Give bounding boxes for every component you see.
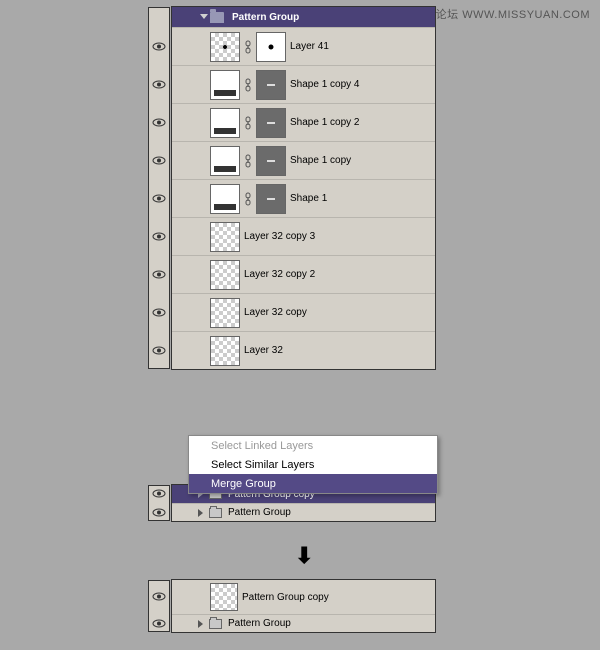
layer-row[interactable]: Pattern Group bbox=[172, 503, 435, 521]
folder-icon bbox=[209, 619, 222, 629]
layer-row[interactable]: Shape 1 bbox=[172, 179, 435, 217]
layer-name[interactable]: Shape 1 copy 2 bbox=[290, 117, 360, 128]
mask-thumb[interactable] bbox=[256, 146, 286, 176]
layer-row[interactable]: Shape 1 copy 4 bbox=[172, 65, 435, 103]
layer-name[interactable]: Pattern Group bbox=[228, 618, 291, 629]
mask-thumb[interactable] bbox=[256, 32, 286, 62]
expand-toggle[interactable] bbox=[198, 620, 203, 628]
layer-row[interactable]: Shape 1 copy bbox=[172, 141, 435, 179]
layer-name[interactable]: Layer 32 copy 2 bbox=[244, 269, 315, 280]
layer-row[interactable]: Shape 1 copy 2 bbox=[172, 103, 435, 141]
layer-name[interactable]: Layer 41 bbox=[290, 41, 329, 52]
layer-row[interactable]: Layer 32 copy bbox=[172, 293, 435, 331]
layer-name[interactable]: Shape 1 bbox=[290, 193, 327, 204]
link-icon bbox=[244, 153, 252, 169]
layer-thumb[interactable] bbox=[210, 583, 238, 611]
menu-item: Select Linked Layers bbox=[189, 436, 437, 455]
layer-row[interactable]: Layer 32 bbox=[172, 331, 435, 369]
menu-item[interactable]: Merge Group bbox=[189, 474, 437, 493]
mask-thumb[interactable] bbox=[256, 184, 286, 214]
layer-row[interactable]: Layer 32 copy 3 bbox=[172, 217, 435, 255]
layer-name[interactable]: Layer 32 copy bbox=[244, 307, 307, 318]
group-name[interactable]: Pattern Group bbox=[232, 12, 299, 23]
layer-row[interactable]: Layer 41 bbox=[172, 27, 435, 65]
folder-icon bbox=[210, 12, 224, 23]
visibility-toggle[interactable] bbox=[152, 308, 166, 317]
visibility-toggle[interactable] bbox=[152, 232, 166, 241]
layer-row[interactable]: Pattern Group bbox=[172, 614, 435, 632]
arrow-icon: ⬇ bbox=[295, 543, 313, 569]
visibility-toggle[interactable] bbox=[152, 42, 166, 51]
visibility-toggle[interactable] bbox=[152, 346, 166, 355]
menu-item[interactable]: Select Similar Layers bbox=[189, 455, 437, 474]
layer-row[interactable]: Pattern Group copy bbox=[172, 580, 435, 614]
layer-thumb[interactable] bbox=[210, 32, 240, 62]
link-icon bbox=[244, 77, 252, 93]
visibility-toggle[interactable] bbox=[152, 489, 166, 498]
expand-toggle[interactable] bbox=[198, 509, 203, 517]
context-menu: Select Linked LayersSelect Similar Layer… bbox=[188, 435, 438, 494]
layer-row[interactable]: Layer 32 copy 2 bbox=[172, 255, 435, 293]
visibility-toggle[interactable] bbox=[152, 592, 166, 601]
layer-thumb[interactable] bbox=[210, 260, 240, 290]
layers-panel-top: Pattern Group Layer 41 Shape 1 copy 4 Shap… bbox=[171, 6, 436, 370]
group-header[interactable]: Pattern Group bbox=[172, 7, 435, 27]
layer-name[interactable]: Layer 32 copy 3 bbox=[244, 231, 315, 242]
visibility-toggle[interactable] bbox=[152, 80, 166, 89]
layer-thumb[interactable] bbox=[210, 336, 240, 366]
layer-thumb[interactable] bbox=[210, 298, 240, 328]
layer-thumb[interactable] bbox=[210, 184, 240, 214]
layer-name[interactable]: Shape 1 copy bbox=[290, 155, 351, 166]
layer-name[interactable]: Shape 1 copy 4 bbox=[290, 79, 360, 90]
layer-thumb[interactable] bbox=[210, 222, 240, 252]
mask-thumb[interactable] bbox=[256, 70, 286, 100]
layer-name[interactable]: Pattern Group copy bbox=[242, 592, 329, 603]
link-icon bbox=[244, 39, 252, 55]
visibility-toggle[interactable] bbox=[152, 619, 166, 628]
link-icon bbox=[244, 115, 252, 131]
layer-thumb[interactable] bbox=[210, 70, 240, 100]
layer-thumb[interactable] bbox=[210, 108, 240, 138]
layer-name[interactable]: Pattern Group bbox=[228, 507, 291, 518]
visibility-toggle[interactable] bbox=[152, 118, 166, 127]
visibility-toggle[interactable] bbox=[152, 156, 166, 165]
mask-thumb[interactable] bbox=[256, 108, 286, 138]
folder-icon bbox=[209, 508, 222, 518]
layer-name[interactable]: Layer 32 bbox=[244, 345, 283, 356]
layer-thumb[interactable] bbox=[210, 146, 240, 176]
link-icon bbox=[244, 191, 252, 207]
layers-panel-bot: Pattern Group copy Pattern Group bbox=[171, 579, 436, 633]
expand-toggle[interactable] bbox=[200, 14, 208, 19]
visibility-toggle[interactable] bbox=[152, 270, 166, 279]
visibility-toggle[interactable] bbox=[152, 508, 166, 517]
visibility-toggle[interactable] bbox=[152, 194, 166, 203]
